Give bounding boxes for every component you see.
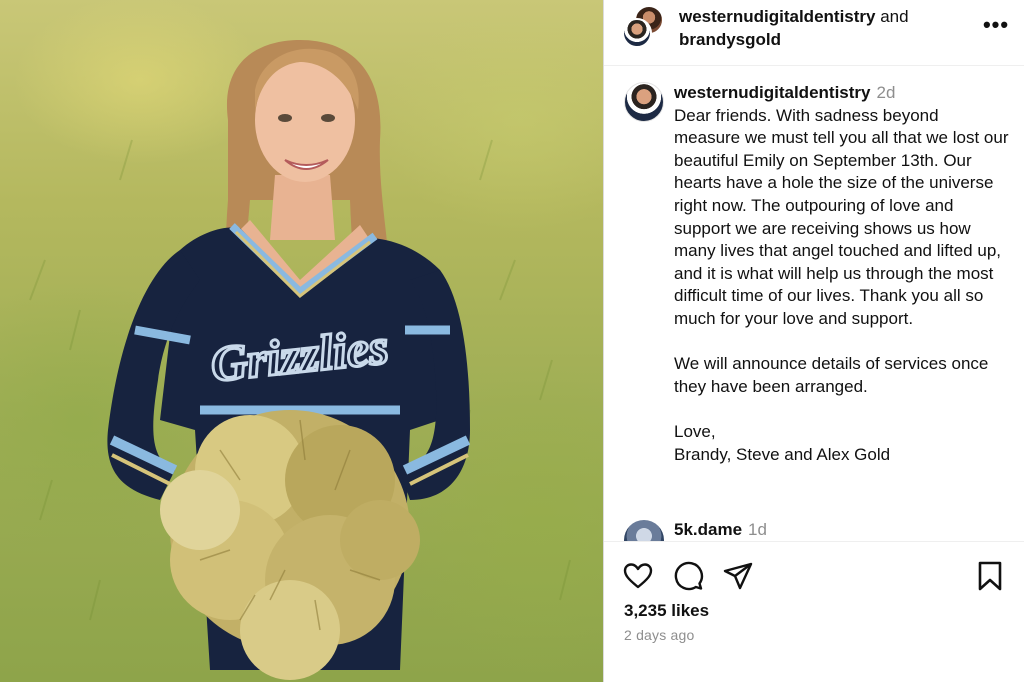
share-icon[interactable] xyxy=(722,560,754,592)
commenter-username-link[interactable]: 5k.dame xyxy=(674,520,742,539)
cheerleader-photo-illustration: Grizzlies xyxy=(29,40,571,680)
poster-avatar[interactable] xyxy=(624,82,664,122)
comment-icon[interactable] xyxy=(672,560,704,592)
avatar-westernudigitaldentistry[interactable] xyxy=(622,18,652,48)
heart-icon[interactable] xyxy=(622,560,654,592)
caption-paragraph-3: Love, Brandy, Steve and Alex Gold xyxy=(674,421,891,464)
like-count[interactable]: 3,235 likes xyxy=(624,601,709,621)
header-user1-link[interactable]: westernudigitaldentistry xyxy=(679,7,875,26)
caption-paragraph-1: Dear friends. With sadness beyond measur… xyxy=(674,105,1009,328)
post-header: westernudigitaldentistry and brandysgold… xyxy=(604,0,1024,66)
header-joiner: and xyxy=(880,7,909,26)
commenter-avatar[interactable] xyxy=(624,520,664,541)
header-user2-link[interactable]: brandysgold xyxy=(679,30,781,49)
bookmark-icon[interactable] xyxy=(974,560,1006,592)
more-options-button[interactable]: ••• xyxy=(981,10,1011,40)
post-date: 2 days ago xyxy=(624,627,695,643)
caption-area: westernudigitaldentistry 2d Dear friends.… xyxy=(604,67,1024,541)
caption-paragraph-2: We will announce details of services onc… xyxy=(674,354,989,396)
post-photo: Grizzlies xyxy=(0,0,603,682)
collab-avatars[interactable] xyxy=(622,5,664,49)
caption: westernudigitaldentistry 2d Dear friends.… xyxy=(674,82,1009,466)
post-panel: westernudigitaldentistry and brandysgold… xyxy=(603,0,1024,682)
actions-bar: 3,235 likes 2 days ago xyxy=(604,541,1024,682)
header-usernames: westernudigitaldentistry and brandysgold xyxy=(679,5,959,51)
caption-username-link[interactable]: westernudigitaldentistry xyxy=(674,83,870,102)
comment-item: 5k.dame 1d xyxy=(604,519,1024,541)
caption-time: 2d xyxy=(876,83,896,102)
comment-time: 1d xyxy=(748,520,767,539)
